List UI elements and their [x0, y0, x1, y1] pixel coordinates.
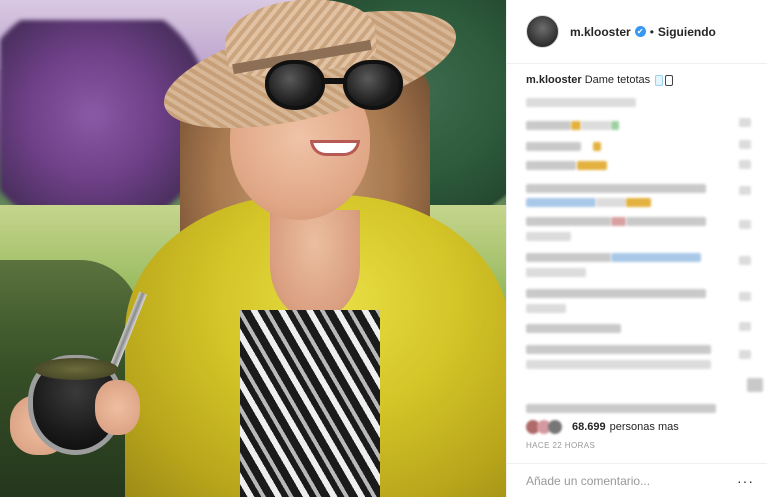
blurred-comment-like [739, 256, 751, 265]
post-photo[interactable] [0, 0, 506, 497]
separator-dot: • [649, 24, 654, 39]
add-comment-bar: ··· [507, 463, 767, 497]
liker-avatar [548, 420, 562, 434]
blurred-comment [626, 198, 651, 207]
likes-count: 68.699 [572, 421, 606, 433]
blurred-comment-like [739, 160, 751, 169]
photo-person [120, 0, 506, 497]
blurred-save-icon [747, 378, 763, 392]
sunglasses-bridge [323, 78, 345, 84]
blurred-comment [526, 121, 571, 130]
blurred-comment [593, 142, 601, 151]
comments-list: m.klooster Dame tetotas [526, 72, 761, 88]
blurred-comment-like [739, 220, 751, 229]
likes-label: personas mas [609, 421, 679, 433]
caption-username[interactable]: m.klooster [526, 74, 582, 86]
comment-input[interactable] [526, 473, 736, 488]
following-button[interactable]: Siguiendo [658, 25, 716, 39]
verified-icon: ✔ [634, 26, 646, 37]
post-timestamp: HACE 22 HORAS [526, 441, 596, 450]
blurred-comment-like [739, 140, 751, 149]
blurred-comment [526, 304, 566, 313]
swimsuit [240, 310, 380, 497]
blurred-comment [526, 253, 611, 262]
blurred-comment [526, 324, 621, 333]
blurred-actions-row [526, 404, 716, 413]
blurred-comment [526, 198, 596, 207]
blurred-comment [611, 253, 701, 262]
blurred-comment [526, 142, 581, 151]
blurred-comment [526, 360, 711, 369]
blurred-comment [577, 161, 607, 170]
blurred-comment-like [739, 322, 751, 331]
likes-summary[interactable]: 68.699 personas mas [526, 420, 679, 434]
liker-avatars [526, 420, 562, 434]
sunglasses-right-lens [343, 60, 403, 110]
blurred-comment-like [739, 292, 751, 301]
blurred-comment [526, 184, 706, 193]
avatar[interactable] [526, 15, 559, 48]
blurred-comment-like [739, 186, 751, 195]
blurred-comment [596, 198, 626, 207]
blurred-comment-like [739, 350, 751, 359]
blurred-comment [526, 232, 571, 241]
sunglasses-left-lens [265, 60, 325, 110]
post-sidebar: m.klooster ✔ • Siguiendo m.klooster Dame… [506, 0, 767, 497]
caption: m.klooster Dame tetotas [526, 72, 761, 88]
blurred-comment [581, 121, 611, 130]
emoji-icon [655, 74, 664, 86]
blurred-comment [611, 121, 619, 130]
hand-right [95, 380, 140, 435]
header-username[interactable]: m.klooster [570, 25, 631, 39]
blurred-comment [626, 217, 706, 226]
caption-text: Dame tetotas [584, 74, 651, 86]
blurred-comment [571, 121, 581, 130]
post-header: m.klooster ✔ • Siguiendo [507, 0, 767, 64]
mate-yerba [34, 358, 118, 380]
blurred-comment [526, 289, 706, 298]
blurred-comment [526, 345, 711, 354]
blurred-comment [526, 161, 576, 170]
blurred-comment [526, 98, 636, 107]
more-options-icon[interactable]: ··· [737, 473, 754, 489]
blurred-comment [526, 268, 586, 277]
blurred-comment-like [739, 118, 751, 127]
blurred-comment [526, 217, 611, 226]
emoji-icon [665, 74, 674, 86]
chest [270, 210, 360, 320]
sunglasses [265, 60, 410, 115]
blurred-comment [611, 217, 626, 226]
